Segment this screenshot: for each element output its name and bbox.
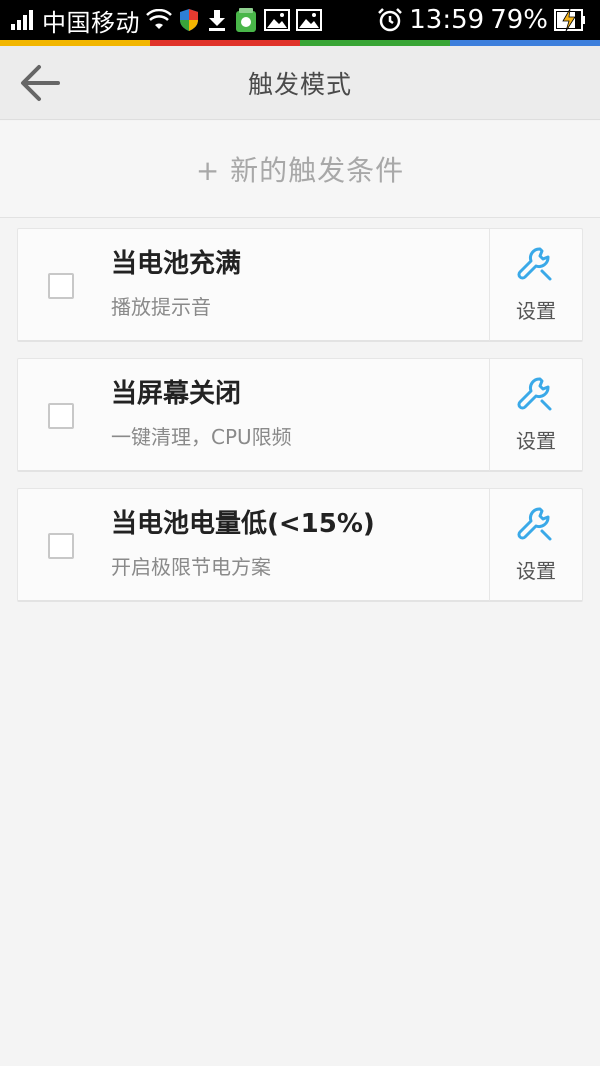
image-icon <box>264 9 290 31</box>
trigger-title: 当屏幕关闭 <box>111 379 242 409</box>
back-arrow-icon <box>21 65 60 101</box>
trigger-subtitle: 播放提示音 <box>111 295 211 319</box>
battery-charging-icon <box>554 8 585 32</box>
settings-label: 设置 <box>516 429 556 453</box>
new-trigger-button[interactable]: + 新的触发条件 <box>0 121 600 218</box>
trigger-settings-button[interactable]: 设置 <box>489 489 582 601</box>
app-bar: 触发模式 <box>0 46 600 120</box>
shield-icon <box>180 9 198 31</box>
wifi-icon <box>146 9 172 29</box>
settings-label: 设置 <box>516 559 556 583</box>
download-icon <box>209 10 225 31</box>
trigger-title: 当电池充满 <box>111 249 242 279</box>
battery-percent: 79% <box>490 5 548 35</box>
trigger-card[interactable]: 当屏幕关闭 一键清理，CPU限频 设置 <box>17 358 583 472</box>
wrench-icon <box>517 247 552 281</box>
back-button[interactable] <box>14 58 66 108</box>
alarm-icon <box>378 8 403 32</box>
clock: 13:59 <box>409 5 485 35</box>
trigger-title: 当电池电量低(<15%) <box>111 509 375 539</box>
settings-label: 设置 <box>516 299 556 323</box>
trigger-checkbox[interactable] <box>48 533 74 559</box>
trigger-card[interactable]: 当电池充满 播放提示音 设置 <box>17 228 583 342</box>
page-title: 触发模式 <box>247 70 352 99</box>
wrench-icon <box>517 377 552 411</box>
status-bar: 中国移动 13:59 79% <box>0 0 600 40</box>
carrier-label: 中国移动 <box>42 8 140 37</box>
trigger-settings-button[interactable]: 设置 <box>489 229 582 341</box>
trigger-card[interactable]: 当电池电量低(<15%) 开启极限节电方案 设置 <box>17 488 583 602</box>
trigger-settings-button[interactable]: 设置 <box>489 359 582 471</box>
trigger-subtitle: 开启极限节电方案 <box>111 555 271 579</box>
trigger-subtitle: 一键清理，CPU限频 <box>111 425 292 449</box>
app-icon <box>236 8 256 32</box>
image-icon <box>296 9 322 31</box>
wrench-icon <box>517 507 552 541</box>
signal-icon <box>11 10 33 30</box>
trigger-checkbox[interactable] <box>48 273 74 299</box>
trigger-checkbox[interactable] <box>48 403 74 429</box>
